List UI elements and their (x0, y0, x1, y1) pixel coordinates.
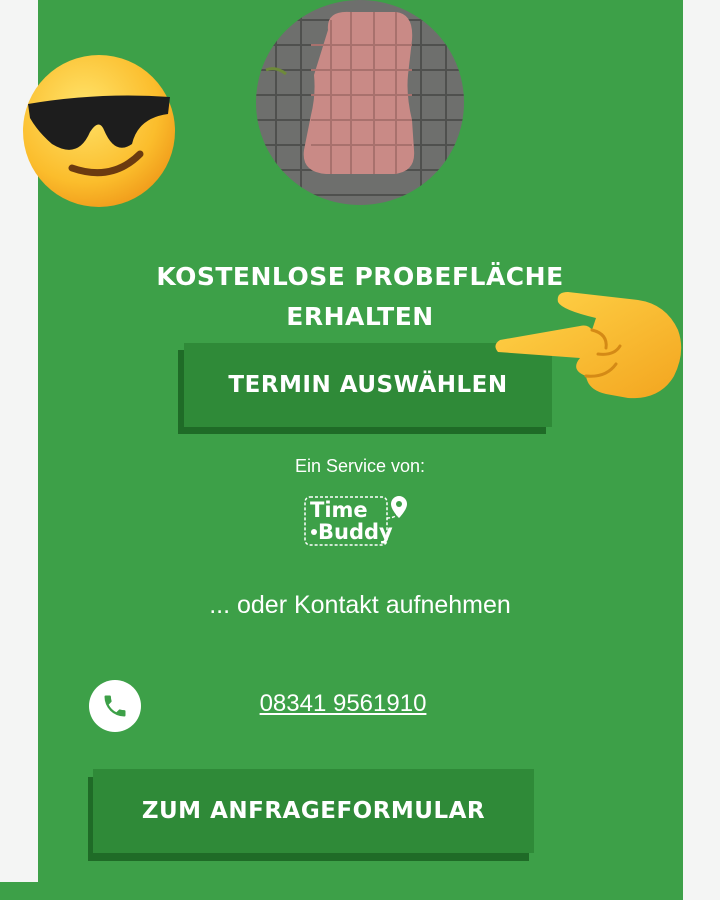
service-label: Ein Service von: (294, 456, 426, 476)
phone-icon[interactable] (89, 680, 141, 732)
logo-text-time: Time (310, 498, 368, 522)
timebuddy-logo: Time Buddy (302, 494, 418, 550)
logo-text-buddy: Buddy (318, 520, 393, 544)
phone-number-link[interactable]: 08341 9561910 (200, 690, 486, 718)
anfrageformular-button[interactable]: ZUM ANFRAGEFORMULAR (93, 769, 534, 853)
smiling-face-with-sunglasses-icon (20, 52, 178, 210)
panel-corner (0, 882, 38, 900)
headline-line-1: KOSTENLOSE PROBEFLÄCHE (156, 262, 564, 291)
paving-sample-photo (256, 0, 464, 205)
contact-label: ... oder Kontakt aufnehmen (209, 591, 511, 619)
pointing-hand-icon (488, 290, 688, 405)
